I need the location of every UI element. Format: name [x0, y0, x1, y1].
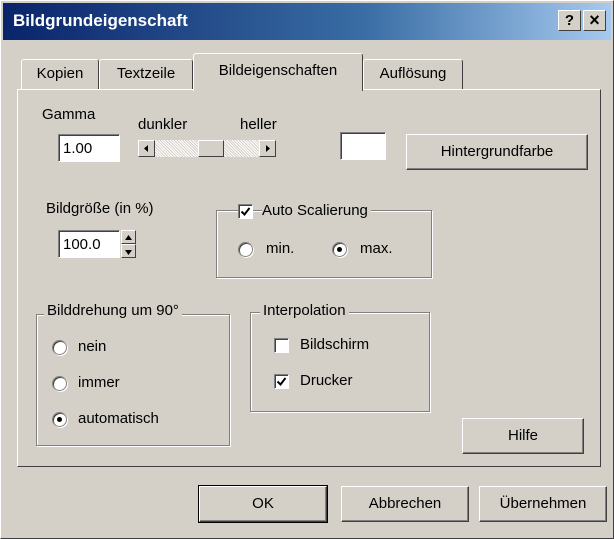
tab-panel-bildeigenschaften: Gamma 1.00 dunkler heller Hintergrundfar… — [17, 89, 601, 467]
radio-automatisch-label: automatisch — [78, 410, 159, 427]
radio-max[interactable] — [332, 242, 347, 257]
slider-right-arrow-icon[interactable] — [259, 140, 276, 157]
spin-down-icon[interactable] — [121, 244, 136, 258]
radio-immer-label: immer — [78, 374, 120, 391]
image-size-value: 100.0 — [63, 236, 101, 253]
window-title: Bildgrundeigenschaft — [13, 11, 188, 30]
radio-automatisch-dot — [57, 417, 62, 422]
cancel-button[interactable]: Abbrechen — [341, 486, 469, 522]
tab-kopien[interactable]: Kopien — [21, 59, 99, 89]
background-color-swatch — [340, 132, 386, 160]
bildschirm-checkbox[interactable] — [274, 338, 289, 353]
slider-left-arrow-icon[interactable] — [138, 140, 155, 157]
radio-max-dot — [337, 247, 342, 252]
auto-scale-checkbox[interactable] — [238, 204, 253, 219]
dialog-window: Bildgrundeigenschaft ? × Kopien Textzeil… — [0, 0, 614, 539]
interpolation-group-label: Interpolation — [260, 302, 349, 319]
help-icon[interactable]: ? — [558, 10, 581, 31]
tab-textzeile[interactable]: Textzeile — [99, 59, 193, 89]
tab-textzeile-label: Textzeile — [116, 65, 176, 82]
tab-bildeigenschaften-label: Bildeigenschaften — [218, 62, 338, 79]
gamma-label: Gamma — [42, 106, 96, 123]
radio-immer[interactable] — [52, 376, 67, 391]
radio-max-label: max. — [360, 240, 393, 257]
auto-scale-label: Auto Scalierung — [262, 202, 371, 219]
interpolation-group — [250, 312, 430, 412]
drucker-label: Drucker — [300, 372, 353, 389]
close-icon[interactable]: × — [583, 10, 606, 31]
gamma-lighter-label: heller — [240, 116, 277, 133]
drucker-checkbox[interactable] — [274, 374, 289, 389]
radio-min-label: min. — [266, 240, 295, 257]
rotation-group-label: Bilddrehung um 90° — [44, 302, 182, 319]
radio-nein[interactable] — [52, 340, 67, 355]
radio-nein-label: nein — [78, 338, 107, 355]
image-size-input[interactable]: 100.0 — [58, 230, 120, 258]
background-color-button[interactable]: Hintergrundfarbe — [406, 134, 588, 170]
spin-up-icon[interactable] — [121, 230, 136, 244]
gamma-darker-label: dunkler — [138, 116, 188, 133]
radio-min[interactable] — [238, 242, 253, 257]
tab-aufloesung[interactable]: Auflösung — [363, 59, 463, 89]
apply-button[interactable]: Übernehmen — [479, 486, 607, 522]
bildschirm-label: Bildschirm — [300, 336, 370, 353]
tab-kopien-label: Kopien — [36, 65, 84, 82]
tab-aufloesung-label: Auflösung — [379, 65, 447, 82]
gamma-slider-thumb[interactable] — [197, 140, 224, 157]
image-size-label: Bildgröße (in %) — [46, 200, 154, 217]
radio-automatisch[interactable] — [52, 412, 67, 427]
title-bar[interactable]: Bildgrundeigenschaft ? × — [3, 3, 611, 40]
tab-bildeigenschaften[interactable]: Bildeigenschaften — [193, 53, 363, 91]
ok-button[interactable]: OK — [198, 485, 328, 523]
gamma-input[interactable]: 1.00 — [58, 134, 120, 162]
gamma-value: 1.00 — [63, 140, 93, 157]
help-button[interactable]: Hilfe — [462, 418, 584, 454]
